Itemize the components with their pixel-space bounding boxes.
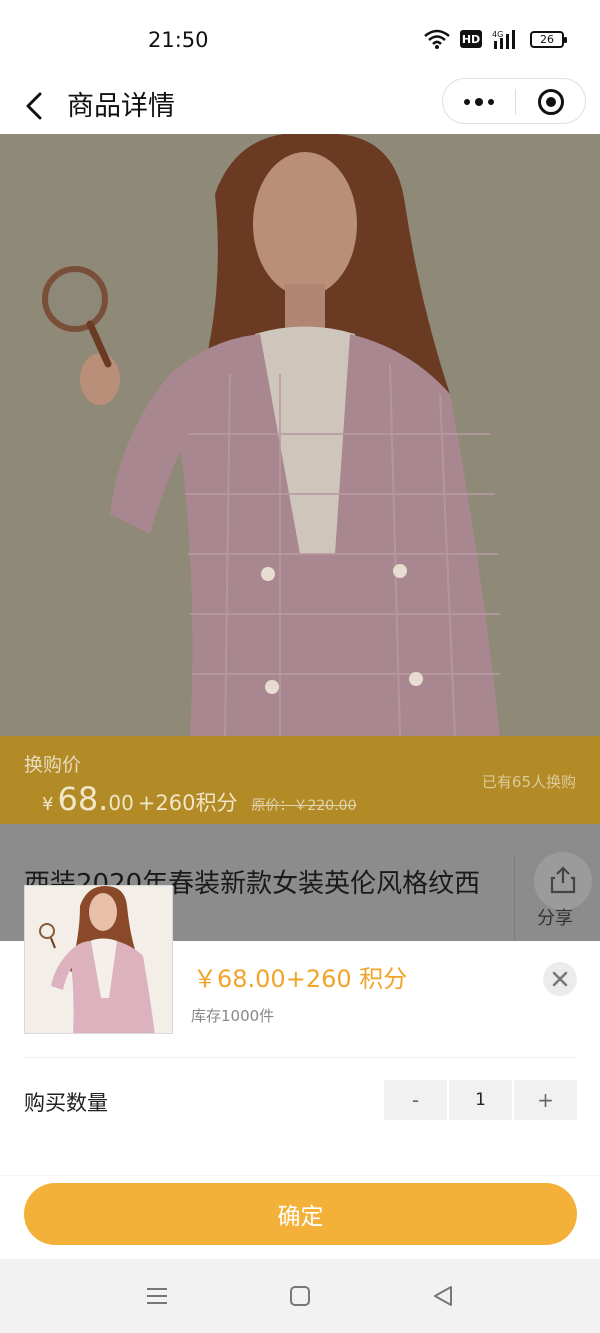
- quantity-label: 购买数量: [24, 1091, 108, 1115]
- close-x-glyph: [552, 971, 568, 987]
- title-divider: [514, 854, 515, 944]
- target-circle-icon[interactable]: [538, 89, 564, 115]
- sheet-footer-divider: [0, 1175, 600, 1176]
- quantity-increase-button[interactable]: +: [514, 1080, 577, 1120]
- share-label: 分享: [537, 908, 573, 929]
- quantity-stepper: - 1 +: [384, 1080, 577, 1120]
- hd-icon: HD: [460, 30, 482, 48]
- close-icon[interactable]: [543, 962, 577, 996]
- price-decimal: 00: [108, 791, 134, 815]
- nav-bar: 商品详情: [0, 78, 600, 134]
- mini-program-capsule: [442, 78, 586, 124]
- confirm-button[interactable]: 确定: [24, 1183, 577, 1245]
- quantity-decrease-button[interactable]: -: [384, 1080, 447, 1120]
- exchange-price-label: 换购价: [24, 754, 82, 776]
- signal-icon: 4G: [492, 30, 515, 49]
- original-price: 原价：￥220.00: [251, 798, 357, 814]
- status-time: 21:50: [148, 28, 209, 52]
- price-integer: 68.: [57, 780, 109, 818]
- capsule-divider: [515, 89, 516, 115]
- share-icon: [550, 866, 576, 894]
- sold-count: 已有65人换购: [481, 773, 576, 791]
- more-dots-icon[interactable]: [461, 89, 497, 115]
- sheet-price: ￥68.00+260 积分: [193, 965, 408, 993]
- product-photo: [0, 134, 600, 736]
- status-icons: HD 4G 26: [424, 29, 567, 49]
- sheet-divider: [24, 1057, 577, 1058]
- back-triangle-icon[interactable]: [432, 1284, 454, 1308]
- share-button[interactable]: [534, 852, 592, 910]
- battery-icon: 26: [530, 30, 567, 48]
- product-image[interactable]: [0, 134, 600, 736]
- wifi-icon: [424, 29, 450, 49]
- thumbnail-photo: [25, 886, 172, 1033]
- system-nav-bar: [0, 1259, 600, 1333]
- exchange-price: ¥ 68. 00 +260积分 原价：￥220.00: [42, 780, 356, 818]
- sheet-product-thumbnail: [24, 885, 173, 1034]
- purchase-sheet: ￥68.00+260 积分 库存1000件 购买数量 - 1 + 确定: [0, 885, 600, 1259]
- menu-icon[interactable]: [146, 1286, 168, 1306]
- status-bar: 21:50 HD 4G 26: [0, 0, 600, 78]
- stock-count: 库存1000件: [191, 1007, 275, 1025]
- quantity-input[interactable]: 1: [449, 1080, 512, 1120]
- home-icon[interactable]: [290, 1286, 310, 1306]
- price-banner: 换购价 ¥ 68. 00 +260积分 原价：￥220.00 已有65人换购: [0, 736, 600, 824]
- price-points: +260积分: [137, 791, 238, 815]
- price-currency: ¥: [42, 794, 54, 815]
- svg-text:4G: 4G: [492, 30, 503, 39]
- page-title: 商品详情: [67, 91, 175, 122]
- chevron-left-icon[interactable]: [22, 88, 52, 124]
